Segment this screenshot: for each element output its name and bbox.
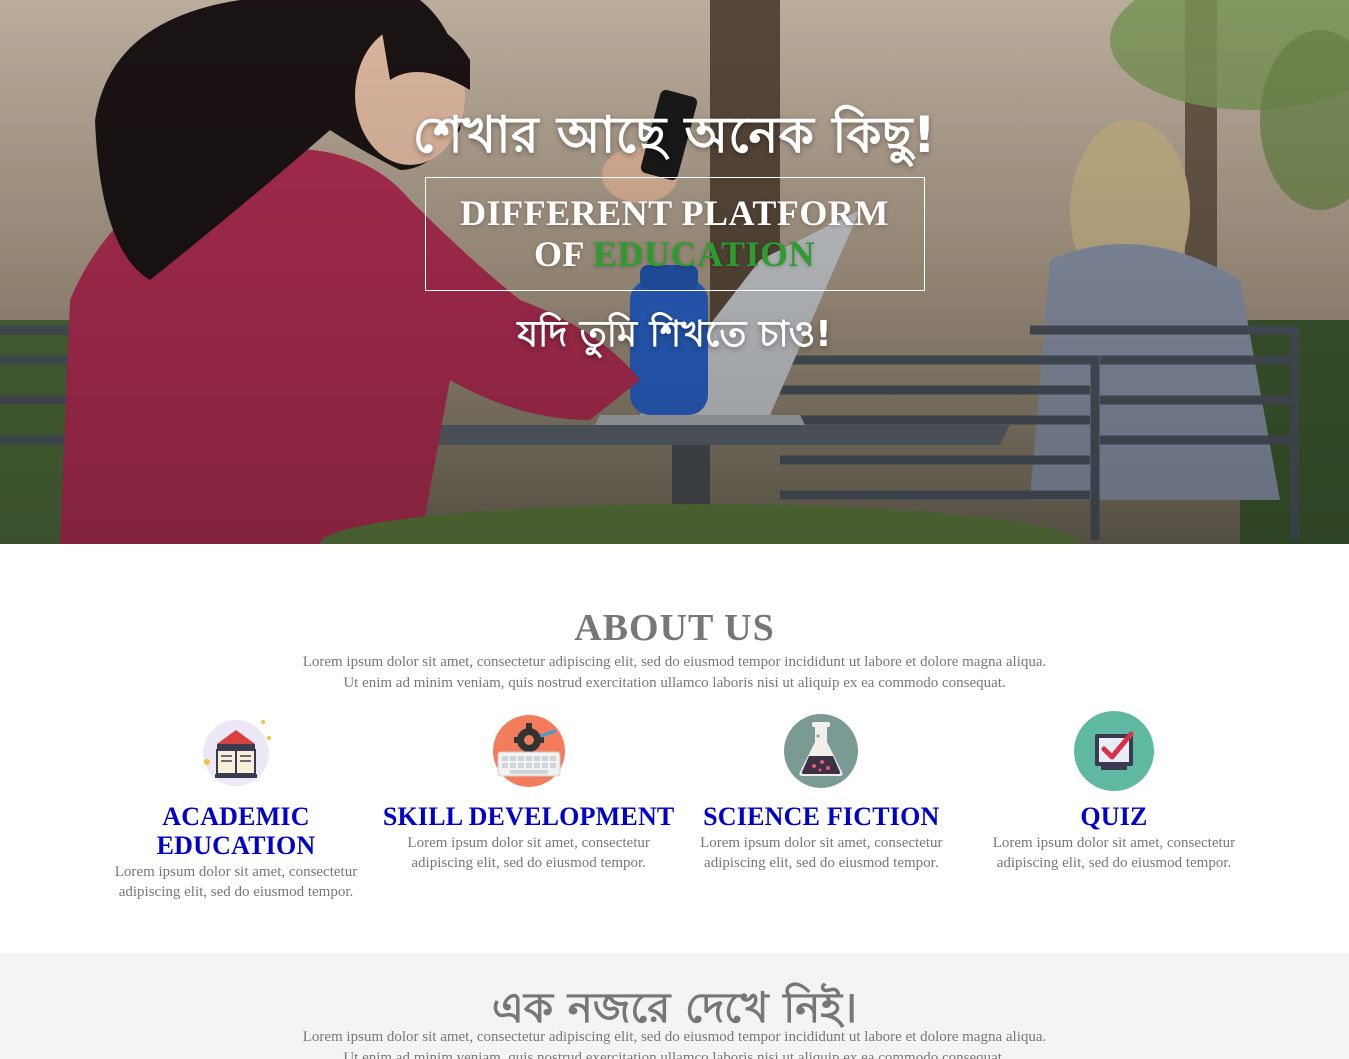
feature-title-line1: QUIZ bbox=[1080, 802, 1148, 831]
features-row: ACADEMIC EDUCATION Lorem ipsum dolor sit… bbox=[90, 710, 1260, 902]
feature-title[interactable]: ACADEMIC EDUCATION bbox=[157, 802, 316, 860]
flask-icon bbox=[784, 714, 859, 788]
feature-title-line2: EDUCATION bbox=[156, 831, 316, 860]
feature-title-line1: ACADEMIC bbox=[162, 802, 310, 831]
hero-subtitle: যদি তুমি শিখতে চাও! bbox=[517, 314, 832, 355]
hero-tagline-line1: DIFFERENT PLATFORM bbox=[460, 193, 889, 233]
feature-quiz: QUIZ Lorem ipsum dolor sit amet, consect… bbox=[968, 710, 1260, 902]
hero-banner: শেখার আছে অনেক কিছু! DIFFERENT PLATFORM … bbox=[0, 0, 1349, 544]
about-description-line1: Lorem ipsum dolor sit amet, consectetur … bbox=[302, 654, 1047, 670]
feature-text: Lorem ipsum dolor sit amet, consectetur … bbox=[394, 833, 664, 873]
about-description-line2: Ut enim ad minim veniam, quis nostrud ex… bbox=[343, 675, 1006, 691]
glance-description-line2: Ut enim ad minim veniam, quis nostrud ex… bbox=[343, 1050, 1006, 1059]
feature-title[interactable]: SKILL DEVELOPMENT bbox=[383, 802, 675, 831]
feature-text-line2: adipiscing elit, sed do eiusmod tempor. bbox=[118, 884, 354, 900]
hero-content: শেখার আছে অনেক কিছু! DIFFERENT PLATFORM … bbox=[0, 0, 1349, 544]
feature-title-line1: SKILL DEVELOPMENT bbox=[382, 802, 675, 831]
feature-text-line2: adipiscing elit, sed do eiusmod tempor. bbox=[996, 855, 1232, 871]
hero-tagline-accent: EDUCATION bbox=[593, 234, 815, 274]
feature-text-line1: Lorem ipsum dolor sit amet, consectetur bbox=[407, 835, 650, 851]
about-title: ABOUT US bbox=[574, 607, 775, 649]
feature-text-line1: Lorem ipsum dolor sit amet, consectetur bbox=[992, 835, 1236, 851]
hero-tagline-prefix: OF bbox=[533, 234, 594, 274]
hero-tagline-box: DIFFERENT PLATFORM OF EDUCATION bbox=[424, 177, 925, 291]
keyboard-gear-icon bbox=[492, 715, 565, 787]
glance-description-line1: Lorem ipsum dolor sit amet, consectetur … bbox=[302, 1029, 1047, 1045]
feature-text-line1: Lorem ipsum dolor sit amet, consectetur bbox=[700, 835, 943, 851]
feature-text-line1: Lorem ipsum dolor sit amet, consectetur bbox=[114, 864, 358, 880]
hero-title: শেখার আছে অনেক কিছু! bbox=[412, 106, 937, 164]
feature-title-line1: SCIENCE FICTION bbox=[703, 802, 940, 831]
about-description: Lorem ipsum dolor sit amet, consectetur … bbox=[0, 652, 1349, 694]
feature-text: Lorem ipsum dolor sit amet, consectetur … bbox=[979, 833, 1249, 873]
checkbox-icon bbox=[1073, 711, 1154, 791]
feature-text-line2: adipiscing elit, sed do eiusmod tempor. bbox=[411, 855, 646, 871]
feature-skill-development: SKILL DEVELOPMENT Lorem ipsum dolor sit … bbox=[383, 710, 675, 902]
about-section: ABOUT US Lorem ipsum dolor sit amet, con… bbox=[0, 544, 1349, 953]
book-icon bbox=[203, 720, 271, 786]
feature-title[interactable]: SCIENCE FICTION bbox=[703, 802, 939, 831]
feature-science-fiction: SCIENCE FICTION Lorem ipsum dolor sit am… bbox=[675, 710, 967, 902]
feature-title[interactable]: QUIZ bbox=[1080, 802, 1147, 831]
feature-text: Lorem ipsum dolor sit amet, consectetur … bbox=[686, 833, 956, 873]
feature-academic-education: ACADEMIC EDUCATION Lorem ipsum dolor sit… bbox=[90, 710, 382, 902]
feature-text-line2: adipiscing elit, sed do eiusmod tempor. bbox=[704, 855, 939, 871]
feature-text: Lorem ipsum dolor sit amet, consectetur … bbox=[101, 862, 371, 902]
glance-section: এক নজরে দেখে নিই। Lorem ipsum dolor sit … bbox=[0, 953, 1349, 1059]
glance-description: Lorem ipsum dolor sit amet, consectetur … bbox=[0, 1027, 1349, 1059]
hero-tagline-line2: OF EDUCATION bbox=[534, 234, 815, 275]
